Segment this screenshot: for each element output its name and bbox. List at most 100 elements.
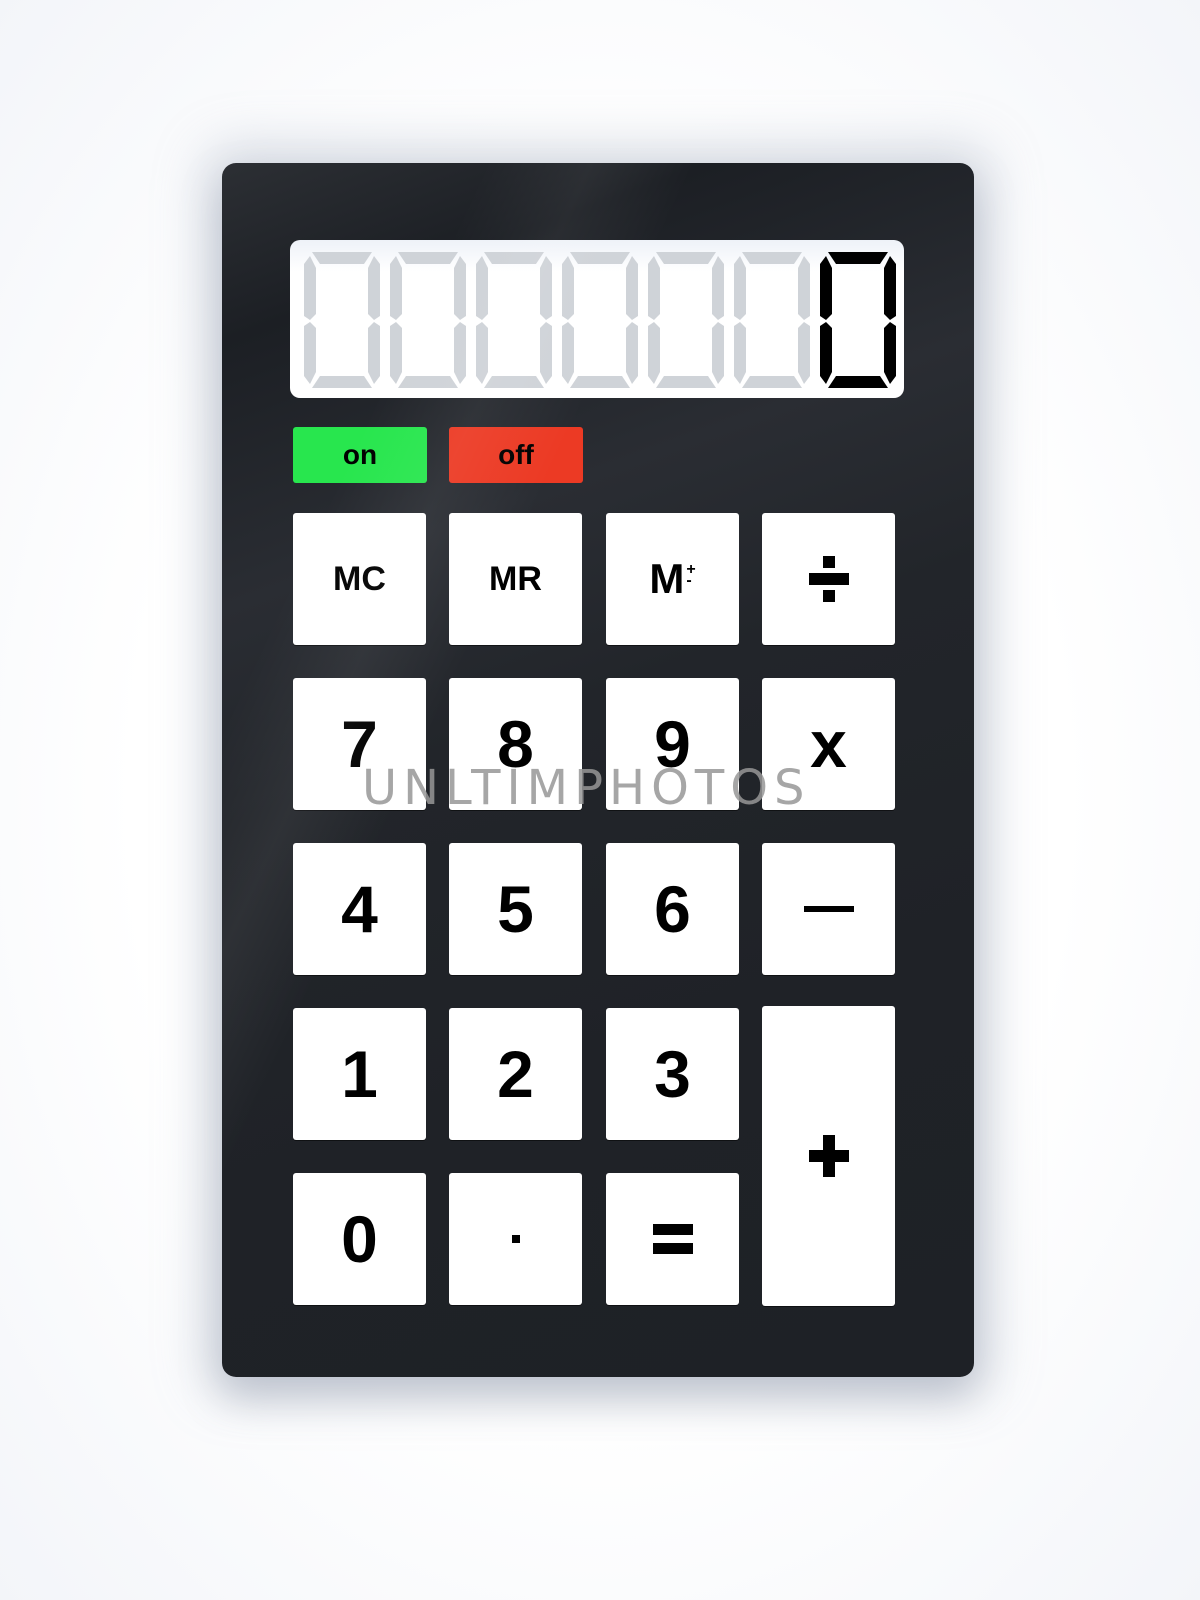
- segment-a: [656, 252, 716, 264]
- memory-clear-button[interactable]: MC: [293, 513, 426, 645]
- display-digit: [818, 250, 898, 390]
- on-label: on: [342, 439, 378, 470]
- segment-d: [828, 376, 888, 388]
- segment-f: [820, 256, 832, 320]
- seven-segment-digit: [820, 252, 896, 388]
- segment-f: [390, 256, 402, 320]
- segment-c: [798, 322, 810, 384]
- key-6[interactable]: 6: [606, 843, 739, 975]
- plus-minus-icon: + -: [686, 560, 696, 589]
- segment-b: [540, 256, 552, 320]
- seven-segment-digit: [648, 252, 724, 388]
- segment-b: [368, 256, 380, 320]
- segment-f: [304, 256, 316, 320]
- key-1[interactable]: 1: [293, 1008, 426, 1140]
- segment-a: [312, 252, 372, 264]
- segment-d: [656, 376, 716, 388]
- segment-b: [884, 256, 896, 320]
- segment-d: [570, 376, 630, 388]
- segment-b: [798, 256, 810, 320]
- segment-e: [734, 322, 746, 384]
- off-button[interactable]: off: [449, 427, 583, 483]
- key-8-label: 8: [497, 707, 534, 781]
- key-0[interactable]: 0: [293, 1173, 426, 1305]
- display-digit: [560, 250, 640, 390]
- key-4-label: 4: [341, 872, 378, 946]
- seven-segment-digit: [476, 252, 552, 388]
- key-8[interactable]: 8: [449, 678, 582, 810]
- segment-c: [540, 322, 552, 384]
- decimal-point-icon: [511, 1235, 520, 1243]
- segment-b: [454, 256, 466, 320]
- divide-button[interactable]: [762, 513, 895, 645]
- seven-segment-digit: [304, 252, 380, 388]
- key-1-label: 1: [341, 1037, 378, 1111]
- segment-e: [562, 322, 574, 384]
- memory-recall-button[interactable]: MR: [449, 513, 582, 645]
- segment-b: [712, 256, 724, 320]
- display-digit: [388, 250, 468, 390]
- segment-c: [626, 322, 638, 384]
- key-2-label: 2: [497, 1037, 534, 1111]
- multiply-icon: x: [810, 707, 847, 781]
- segment-f: [476, 256, 488, 320]
- m-label: M: [649, 555, 685, 602]
- key-7-label: 7: [341, 707, 378, 781]
- segment-e: [304, 322, 316, 384]
- key-4[interactable]: 4: [293, 843, 426, 975]
- on-button[interactable]: on: [293, 427, 427, 483]
- multiply-button[interactable]: x: [762, 678, 895, 810]
- segment-c: [884, 322, 896, 384]
- equals-button[interactable]: [606, 1173, 739, 1305]
- key-5[interactable]: 5: [449, 843, 582, 975]
- mr-label: MR: [489, 560, 542, 598]
- segment-e: [476, 322, 488, 384]
- segment-a: [570, 252, 630, 264]
- segment-c: [712, 322, 724, 384]
- segment-d: [398, 376, 458, 388]
- memory-plus-minus-button[interactable]: M + -: [606, 513, 739, 645]
- segment-e: [390, 322, 402, 384]
- segment-c: [368, 322, 380, 384]
- display-digit: [646, 250, 726, 390]
- segment-d: [312, 376, 372, 388]
- key-2[interactable]: 2: [449, 1008, 582, 1140]
- display-digit: [474, 250, 554, 390]
- segment-a: [398, 252, 458, 264]
- segment-d: [742, 376, 802, 388]
- seven-segment-digit: [562, 252, 638, 388]
- segment-e: [820, 322, 832, 384]
- segment-d: [484, 376, 544, 388]
- key-5-label: 5: [497, 872, 534, 946]
- minus-icon: [803, 906, 854, 912]
- segment-c: [454, 322, 466, 384]
- key-3-label: 3: [654, 1037, 691, 1111]
- seven-segment-digit: [734, 252, 810, 388]
- display-digit: [732, 250, 812, 390]
- calculator-body: on off MC MR M + - 7 8 9 x 4 5 6 1 2 3 0: [222, 163, 974, 1377]
- minus-button[interactable]: [762, 843, 895, 975]
- segment-f: [734, 256, 746, 320]
- segment-f: [648, 256, 660, 320]
- key-7[interactable]: 7: [293, 678, 426, 810]
- plus-icon: [808, 1135, 849, 1177]
- segment-a: [484, 252, 544, 264]
- key-9[interactable]: 9: [606, 678, 739, 810]
- decimal-button[interactable]: [449, 1173, 582, 1305]
- segment-a: [828, 252, 888, 264]
- key-9-label: 9: [654, 707, 691, 781]
- display-digit: [302, 250, 382, 390]
- key-0-label: 0: [341, 1202, 378, 1276]
- display-digits: [302, 250, 898, 390]
- key-3[interactable]: 3: [606, 1008, 739, 1140]
- off-label: off: [498, 439, 534, 470]
- segment-e: [648, 322, 660, 384]
- equals-icon: [652, 1224, 693, 1254]
- mc-label: MC: [333, 560, 386, 598]
- divide-icon: [808, 556, 849, 602]
- segment-f: [562, 256, 574, 320]
- seven-segment-digit: [390, 252, 466, 388]
- key-6-label: 6: [654, 872, 691, 946]
- lcd-display: [290, 240, 904, 398]
- plus-button[interactable]: [762, 1006, 895, 1306]
